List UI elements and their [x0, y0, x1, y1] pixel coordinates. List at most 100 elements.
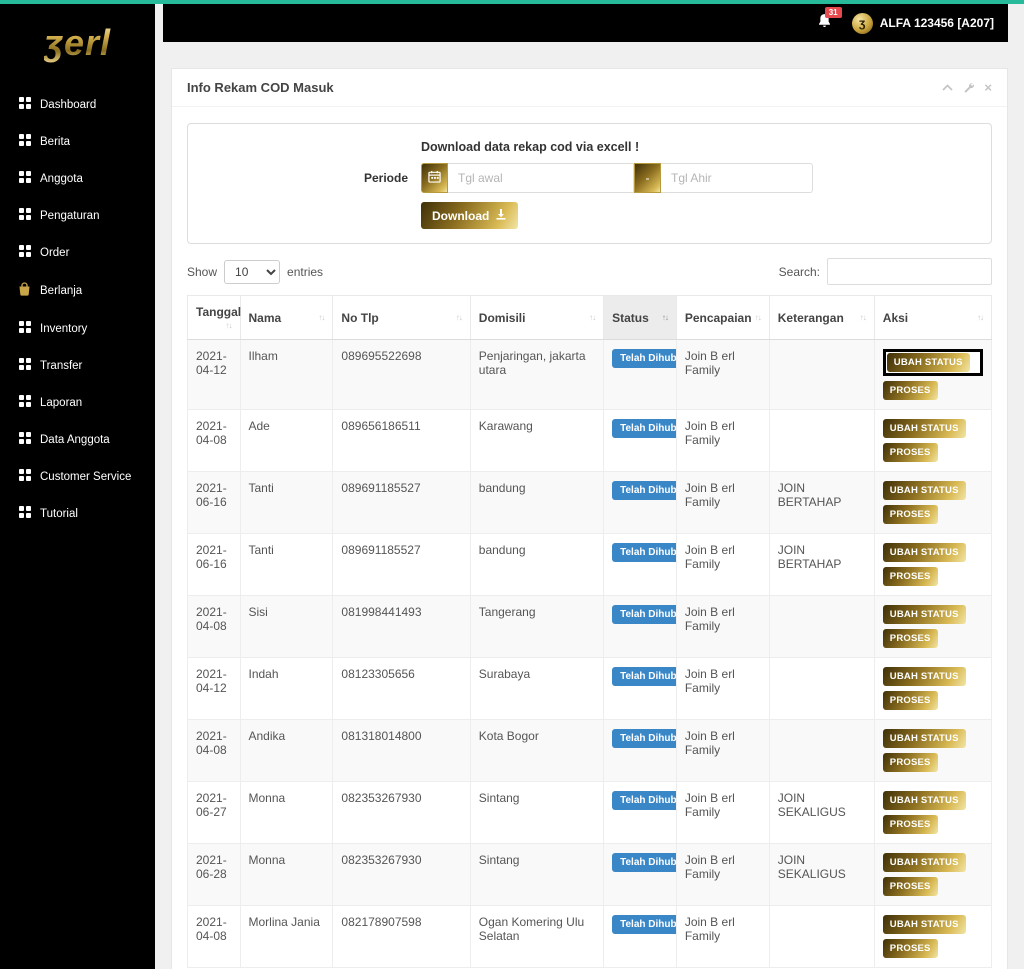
- sidebar-item-berita[interactable]: Berita: [0, 123, 155, 160]
- close-icon[interactable]: ×: [984, 81, 992, 94]
- ubah-status-button[interactable]: UBAH STATUS: [882, 419, 966, 438]
- proses-button[interactable]: PROSES: [882, 505, 938, 524]
- ubah-status-button[interactable]: UBAH STATUS: [882, 853, 966, 872]
- ubah-status-button[interactable]: UBAH STATUS: [882, 667, 966, 686]
- proses-button[interactable]: PROSES: [882, 753, 938, 772]
- sidebar-item-inventory[interactable]: Inventory: [0, 310, 155, 347]
- proses-button[interactable]: PROSES: [882, 939, 938, 958]
- sidebar-item-transfer[interactable]: Transfer: [0, 347, 155, 384]
- cell-no-tlp: 089691185527: [332, 471, 471, 534]
- col-status[interactable]: Status ↑↓: [603, 295, 677, 340]
- ubah-status-button[interactable]: UBAH STATUS: [886, 353, 970, 372]
- cell-domisili: Sintang: [469, 843, 605, 906]
- col-keterangan[interactable]: Keterangan ↑↓: [768, 295, 875, 340]
- download-heading: Download data rekap cod via excell !: [421, 140, 640, 154]
- cell-tanggal: 2021-06-27: [187, 781, 241, 844]
- ubah-status-button[interactable]: UBAH STATUS: [882, 481, 966, 500]
- status-badge: Telah Dihubungi: [612, 915, 676, 934]
- cell-no-tlp: 082353267930: [332, 843, 471, 906]
- proses-button[interactable]: PROSES: [882, 815, 938, 834]
- grid-icon: [18, 432, 31, 447]
- calendar-addon: [421, 163, 448, 193]
- wrench-icon[interactable]: [963, 82, 975, 93]
- cell-tanggal: 2021-04-08: [187, 905, 241, 968]
- status-badge: Telah Dihubungi: [612, 853, 676, 872]
- sort-icon: ↑↓: [754, 312, 762, 322]
- ubah-status-button[interactable]: UBAH STATUS: [882, 791, 966, 810]
- sidebar-item-laporan[interactable]: Laporan: [0, 384, 155, 421]
- col-domisili[interactable]: Domisili ↑↓: [469, 295, 605, 340]
- proses-button[interactable]: PROSES: [882, 381, 938, 400]
- col-pencapaian[interactable]: Pencapaian ↑↓: [675, 295, 770, 340]
- user-name: ALFA 123456 [A207]: [879, 16, 994, 30]
- page-size-select[interactable]: 10: [224, 259, 281, 284]
- cell-tanggal: 2021-04-08: [187, 719, 241, 782]
- table-row: 2021-06-16 Tanti 089691185527 bandung Te…: [187, 533, 993, 596]
- sidebar-item-berlanja[interactable]: Berlanja: [0, 271, 155, 310]
- cell-pencapaian: Join B erl Family: [675, 843, 770, 906]
- ubah-status-button[interactable]: UBAH STATUS: [882, 729, 966, 748]
- ubah-status-button[interactable]: UBAH STATUS: [882, 915, 966, 934]
- cell-status: Telah Dihubungi: [603, 533, 677, 596]
- table-row: 2021-04-12 Ilham 089695522698 Penjaringa…: [187, 339, 993, 410]
- col-no-tlp[interactable]: No Tlp ↑↓: [332, 295, 471, 340]
- grid-icon: [18, 469, 31, 484]
- cell-no-tlp: 081318014800: [332, 719, 471, 782]
- cell-no-tlp: 08123305656: [332, 657, 471, 720]
- panel-header: Info Rekam COD Masuk ×: [172, 69, 1007, 107]
- search-input[interactable]: [827, 258, 992, 285]
- cell-nama: Morlina Jania: [239, 905, 334, 968]
- cell-status: Telah Dihubungi: [603, 409, 677, 472]
- tgl-awal-input[interactable]: [448, 163, 634, 193]
- grid-icon: [18, 395, 31, 410]
- proses-button[interactable]: PROSES: [882, 567, 938, 586]
- sidebar-item-dashboard[interactable]: Dashboard: [0, 86, 155, 123]
- cell-tanggal: 2021-04-12: [187, 657, 241, 720]
- sidebar-item-tutorial[interactable]: Tutorial: [0, 495, 155, 532]
- cell-status: Telah Dihubungi: [603, 471, 677, 534]
- cell-no-tlp: 089656186511: [332, 409, 471, 472]
- table-body: 2021-04-12 Ilham 089695522698 Penjaringa…: [187, 339, 993, 968]
- download-button[interactable]: Download: [421, 202, 519, 229]
- sidebar-item-customer-service[interactable]: Customer Service: [0, 458, 155, 495]
- cell-keterangan: [768, 719, 875, 782]
- proses-button[interactable]: PROSES: [882, 877, 938, 896]
- download-icon: [495, 208, 507, 223]
- sidebar-item-data-anggota[interactable]: Data Anggota: [0, 421, 155, 458]
- cell-domisili: Karawang: [469, 409, 605, 472]
- table-zone: Show 10 entries Search: Tanggal ↑↓ Nama …: [172, 258, 1007, 969]
- col-nama[interactable]: Nama ↑↓: [239, 295, 334, 340]
- proses-button[interactable]: PROSES: [882, 629, 938, 648]
- notifications-button[interactable]: 31: [817, 6, 842, 34]
- cell-nama: Monna: [239, 843, 334, 906]
- ubah-status-button[interactable]: UBAH STATUS: [882, 543, 966, 562]
- cell-keterangan: [768, 339, 875, 410]
- cell-no-tlp: 081998441493: [332, 595, 471, 658]
- sidebar-item-anggota[interactable]: Anggota: [0, 160, 155, 197]
- cell-no-tlp: 082178907598: [332, 905, 471, 968]
- ubah-status-button[interactable]: UBAH STATUS: [882, 605, 966, 624]
- periode-label: Periode: [363, 171, 408, 185]
- table-row: 2021-04-08 Ade 089656186511 Karawang Tel…: [187, 409, 993, 472]
- cell-nama: Tanti: [239, 533, 334, 596]
- sidebar-item-pengaturan[interactable]: Pengaturan: [0, 197, 155, 234]
- cell-no-tlp: 089691185527: [332, 533, 471, 596]
- cell-domisili: Surabaya: [469, 657, 605, 720]
- proses-button[interactable]: PROSES: [882, 691, 938, 710]
- cell-tanggal: 2021-06-28: [187, 843, 241, 906]
- brand-logo[interactable]: ʒerl: [0, 4, 155, 78]
- cell-pencapaian: Join B erl Family: [675, 595, 770, 658]
- sidebar-item-order[interactable]: Order: [0, 234, 155, 271]
- tgl-ahir-input[interactable]: [661, 163, 813, 193]
- user-menu[interactable]: ʒ ALFA 123456 [A207]: [851, 12, 994, 34]
- collapse-icon[interactable]: [942, 83, 953, 92]
- col-tanggal[interactable]: Tanggal ↑↓: [187, 295, 241, 340]
- cell-status: Telah Dihubungi: [603, 657, 677, 720]
- periode-input-group: -: [421, 163, 813, 193]
- sort-icon-active: ↑↓: [661, 312, 669, 322]
- proses-button[interactable]: PROSES: [882, 443, 938, 462]
- cell-keterangan: [768, 595, 875, 658]
- notification-badge: 31: [824, 6, 842, 19]
- col-aksi[interactable]: Aksi ↑↓: [873, 295, 993, 340]
- panel-controls: ×: [942, 81, 992, 94]
